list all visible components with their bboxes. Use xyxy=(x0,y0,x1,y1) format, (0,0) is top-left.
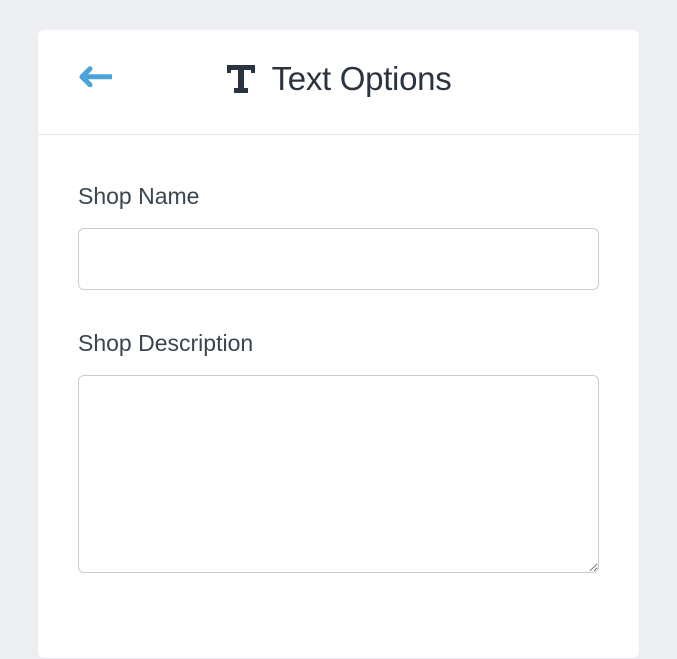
text-icon xyxy=(226,65,256,93)
back-button[interactable] xyxy=(78,66,112,93)
shop-description-label: Shop Description xyxy=(78,330,599,357)
arrow-left-icon xyxy=(78,66,112,93)
panel-title: Text Options xyxy=(272,60,452,98)
form-body: Shop Name Shop Description xyxy=(38,135,639,658)
shop-description-group: Shop Description xyxy=(78,330,599,578)
shop-name-group: Shop Name xyxy=(78,183,599,290)
text-options-panel: Text Options Shop Name Shop Description xyxy=(38,30,639,658)
shop-name-label: Shop Name xyxy=(78,183,599,210)
shop-description-input[interactable] xyxy=(78,375,599,573)
panel-title-wrap: Text Options xyxy=(226,60,452,98)
shop-name-input[interactable] xyxy=(78,228,599,290)
panel-header: Text Options xyxy=(38,30,639,134)
